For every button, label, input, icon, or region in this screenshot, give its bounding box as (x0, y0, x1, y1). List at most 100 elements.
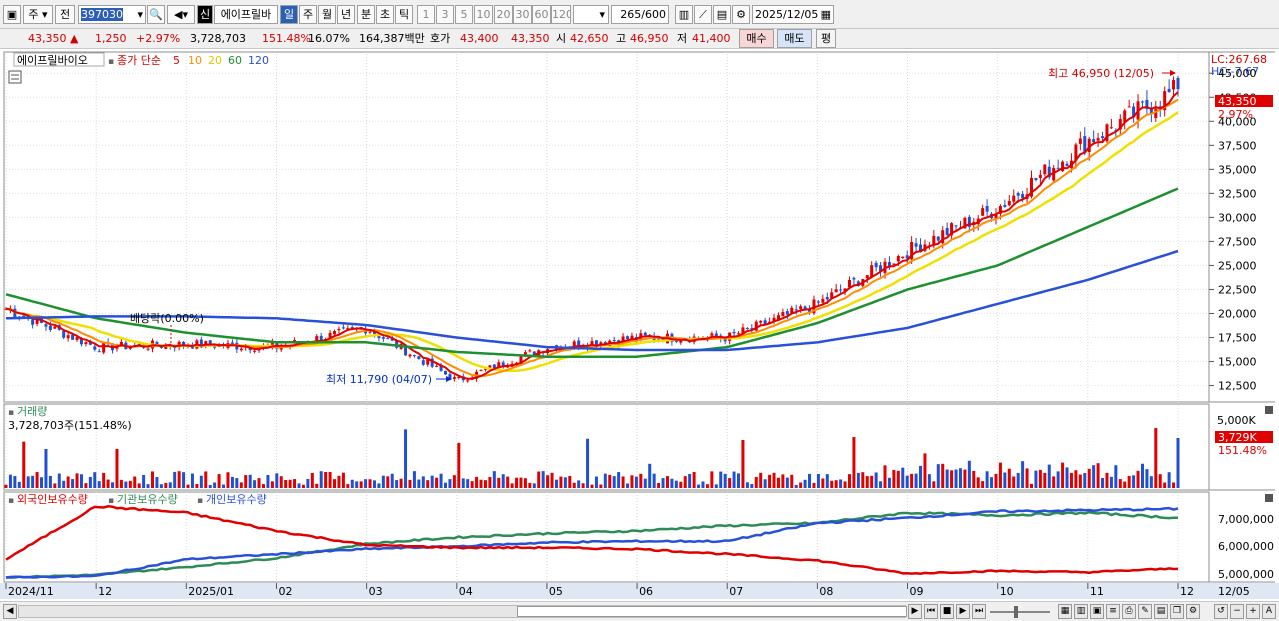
copy-icon[interactable]: ❐ (1170, 604, 1184, 619)
interval-30[interactable]: 30 (513, 5, 532, 24)
low-value: 41,400 (692, 32, 731, 45)
overlay-icon[interactable]: ▣ (1090, 604, 1104, 619)
prev-button[interactable]: 전 (55, 5, 75, 24)
candle-icon[interactable]: ▥ (675, 5, 693, 24)
scroll-thumb[interactable] (517, 606, 907, 617)
volume-bar (13, 476, 17, 488)
candle-body (1092, 139, 1096, 143)
candle-body (847, 280, 851, 288)
volume-bar (643, 478, 647, 488)
candle-body (417, 356, 421, 360)
interval-60[interactable]: 60 (532, 5, 551, 24)
buy-button[interactable]: 매수 (739, 29, 774, 48)
volume-bar (776, 477, 780, 488)
print-icon[interactable]: ⎙ (1122, 604, 1136, 619)
volume-bar (111, 482, 115, 488)
high-value: 46,950 (630, 32, 669, 45)
volume-bar (905, 475, 909, 488)
volume-bar (213, 482, 217, 488)
zoom-slider-thumb[interactable] (1014, 606, 1018, 618)
interval-120[interactable]: 120 (551, 5, 571, 24)
volume-bar (910, 473, 914, 488)
ma-label: 종가 단순 (117, 54, 161, 67)
bid-label: 호가 (430, 32, 451, 45)
candle-body (421, 360, 425, 365)
volume-bar (919, 465, 923, 488)
table-icon[interactable]: ▤ (1154, 604, 1168, 619)
candle-body (914, 243, 918, 247)
interval-5[interactable]: 5 (455, 5, 473, 24)
tab-week[interactable]: 주 (299, 5, 317, 24)
candle-body (1101, 136, 1105, 139)
gear-icon[interactable]: ⚙ (732, 5, 750, 24)
period-menu[interactable]: 주 ▾ (23, 5, 53, 24)
candle-body (1043, 164, 1047, 175)
interval-10[interactable]: 10 (474, 5, 493, 24)
scroll-left-button[interactable]: ◀ (3, 604, 17, 619)
volume-bar (328, 471, 332, 488)
candle-body (816, 301, 820, 303)
volume-bar (852, 437, 856, 488)
volume-bar (128, 480, 132, 488)
volume-bar (883, 465, 887, 488)
candle-body (31, 319, 35, 325)
volume-bar (599, 484, 603, 488)
chart-type-icon[interactable]: ▣ (3, 5, 21, 24)
volume-bar (1154, 428, 1158, 488)
font-size-button[interactable]: A (1262, 604, 1276, 619)
search-icon[interactable]: 🔍 (147, 5, 165, 24)
stop-button[interactable]: ■ (940, 604, 954, 619)
status-bar: ◀ ▶ ⏮ ■ ▶ ⏭ ▦ ▥ ▣ ≡ ⎙ ✎ ▤ ❐ ⚙ ↺ − + A (0, 601, 1279, 621)
period-menu-label: 주 (28, 8, 39, 21)
count-field[interactable]: 265/600 (611, 5, 669, 24)
volume-bar (665, 476, 669, 488)
candle-body (239, 348, 243, 351)
zoom-out-button[interactable]: ↺ (1214, 604, 1228, 619)
tab-month[interactable]: 월 (318, 5, 336, 24)
plus-button[interactable]: + (1246, 604, 1260, 619)
eval-button[interactable]: 평 (816, 29, 836, 48)
volume-bar (31, 475, 35, 488)
scroll-track[interactable] (18, 605, 907, 618)
chart-settings-icon[interactable]: ⚙ (1186, 604, 1200, 619)
volume-bar (887, 477, 891, 488)
tab-second[interactable]: 초 (376, 5, 394, 24)
volume-bar (1145, 469, 1149, 488)
compare-icon[interactable]: ≡ (1106, 604, 1120, 619)
play-button[interactable]: ▶ (956, 604, 970, 619)
volume-bar (186, 484, 190, 488)
line-tool-icon[interactable]: ⟋ (694, 5, 712, 24)
date-field[interactable]: 2025/12/05 ▦ (752, 5, 834, 24)
zoom-slider[interactable] (990, 611, 1050, 613)
interval-1[interactable]: 1 (417, 5, 435, 24)
holding-close-icon[interactable] (1265, 494, 1273, 502)
volume-bar (79, 474, 83, 488)
tab-tick[interactable]: 틱 (395, 5, 413, 24)
first-page-button[interactable]: ⏮ (924, 604, 938, 619)
scroll-right-button[interactable]: ▶ (908, 604, 922, 619)
candle-body (1140, 101, 1144, 103)
last-page-button[interactable]: ⏭ (972, 604, 986, 619)
interval-dropdown[interactable]: ▾ (573, 5, 609, 24)
interval-3[interactable]: 3 (436, 5, 454, 24)
layout-icon[interactable]: ▦ (1058, 604, 1072, 619)
minus-button[interactable]: − (1230, 604, 1244, 619)
ma5-label: 5 (173, 54, 180, 67)
volume-close-icon[interactable] (1265, 406, 1273, 414)
volume-bar (812, 482, 816, 488)
calculator-icon[interactable] (8, 70, 22, 84)
split-icon[interactable]: ▥ (1074, 604, 1088, 619)
chart-area[interactable]: 에이프릴바이오 ▪ 종가 단순 5 10 20 60 120 LC:267.68… (0, 50, 1279, 601)
tab-minute[interactable]: 분 (357, 5, 375, 24)
volume-bar (470, 481, 474, 488)
save-icon[interactable]: ▤ (713, 5, 731, 24)
interval-20[interactable]: 20 (494, 5, 513, 24)
stock-code-input[interactable]: 397030 ▾ (78, 5, 146, 24)
draw-icon[interactable]: ✎ (1138, 604, 1152, 619)
sell-button[interactable]: 매도 (777, 29, 812, 48)
tab-day[interactable]: 일 (280, 5, 298, 24)
tab-year[interactable]: 년 (337, 5, 355, 24)
volume-bar (963, 469, 967, 488)
speaker-icon[interactable]: ◀▾ (167, 5, 195, 24)
candle-body (612, 339, 616, 341)
